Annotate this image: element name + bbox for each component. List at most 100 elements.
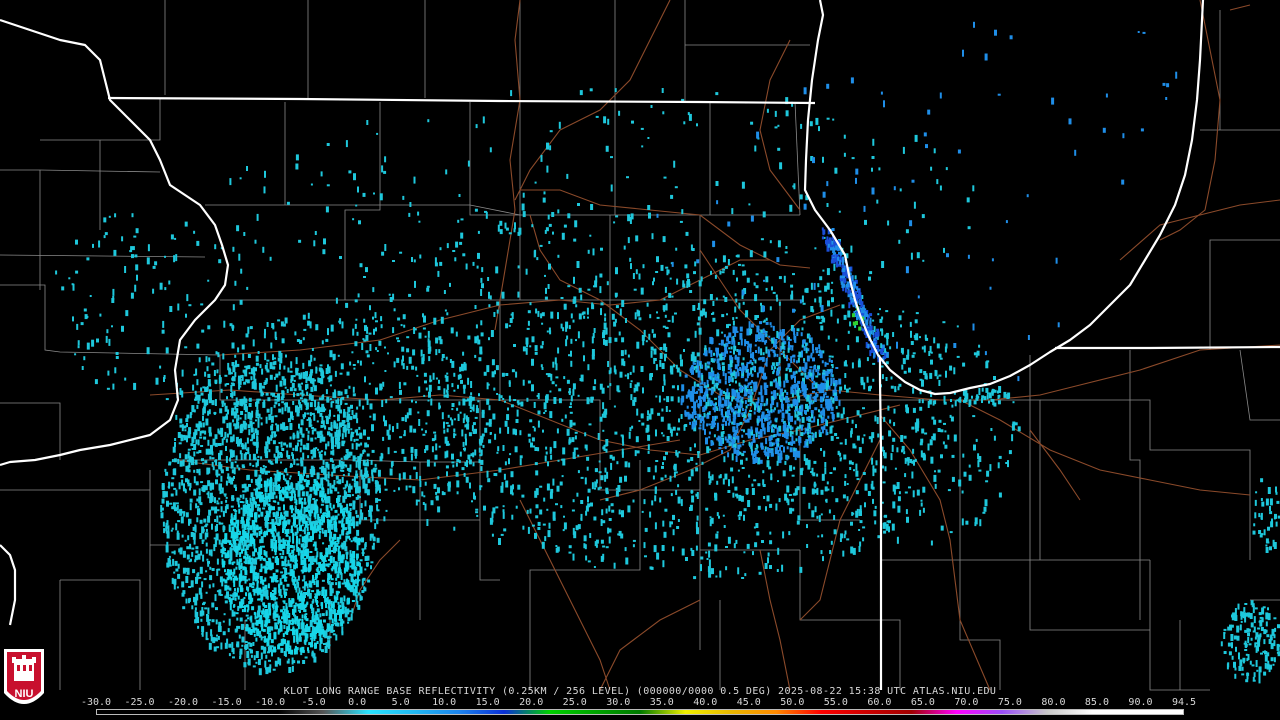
echo-pixel	[297, 660, 300, 664]
echo-pixel	[382, 381, 385, 387]
echo-pixel	[915, 427, 919, 432]
echo-pixel	[456, 480, 460, 488]
echo-pixel	[264, 552, 267, 556]
echo-pixel	[296, 536, 298, 543]
echo-pixel	[928, 399, 932, 405]
echo-pixel	[269, 374, 273, 380]
echo-pixel	[341, 469, 345, 472]
echo-pixel	[813, 380, 816, 385]
echo-pixel	[260, 422, 263, 426]
echo-pixel	[566, 335, 569, 340]
echo-pixel	[423, 495, 426, 498]
echo-pixel	[755, 273, 759, 276]
echo-pixel	[537, 310, 540, 317]
echo-pixel	[472, 431, 476, 434]
echo-pixel	[296, 458, 299, 461]
echo-pixel	[191, 551, 194, 557]
echo-pixel	[304, 548, 308, 555]
echo-pixel	[519, 455, 523, 459]
echo-pixel	[444, 451, 447, 459]
echo-pixel	[718, 379, 722, 384]
echo-pixel	[539, 509, 543, 515]
echo-pixel	[250, 376, 253, 381]
echo-pixel	[260, 529, 263, 535]
echo-pixel	[275, 580, 279, 582]
echo-pixel	[301, 433, 305, 438]
echo-pixel	[273, 646, 276, 653]
echo-pixel	[733, 447, 737, 454]
echo-pixel	[739, 332, 743, 340]
echo-pixel	[174, 560, 178, 566]
echo-pixel	[830, 289, 833, 295]
echo-pixel	[255, 355, 259, 362]
echo-pixel	[443, 388, 446, 395]
echo-pixel	[451, 408, 454, 411]
echo-pixel	[333, 609, 336, 616]
echo-pixel	[453, 389, 456, 392]
echo-pixel	[607, 385, 610, 388]
echo-pixel	[244, 645, 247, 650]
echo-pixel	[686, 338, 690, 342]
echo-pixel	[660, 477, 664, 481]
echo-pixel	[186, 414, 190, 419]
echo-pixel	[292, 608, 294, 615]
echo-pixel	[225, 438, 228, 443]
echo-pixel	[263, 333, 266, 339]
echo-pixel	[761, 337, 765, 343]
echo-pixel	[305, 376, 308, 384]
echo-pixel	[230, 372, 233, 375]
echo-pixel	[297, 489, 301, 497]
echo-pixel	[268, 449, 271, 453]
echo-pixel	[210, 634, 213, 642]
echo-pixel	[874, 520, 877, 525]
echo-pixel	[241, 609, 244, 613]
echo-pixel	[846, 538, 850, 541]
echo-pixel	[162, 521, 165, 527]
echo-pixel	[613, 562, 616, 569]
echo-pixel	[374, 463, 377, 467]
echo-pixel	[218, 463, 221, 470]
echo-pixel	[187, 432, 191, 439]
echo-pixel	[363, 429, 366, 436]
echo-pixel	[338, 479, 342, 485]
echo-pixel	[481, 435, 484, 440]
echo-pixel	[325, 563, 329, 567]
echo-pixel	[346, 561, 349, 568]
echo-pixel	[285, 402, 288, 408]
echo-pixel	[644, 527, 648, 532]
echo-pixel	[720, 403, 724, 408]
echo-pixel	[264, 364, 268, 369]
echo-pixel	[327, 497, 331, 504]
echo-pixel	[322, 516, 325, 523]
echo-pixel	[755, 285, 759, 289]
echo-pixel	[751, 488, 755, 495]
echo-pixel	[243, 664, 247, 668]
echo-pixel	[883, 530, 887, 534]
echo-pixel	[822, 407, 825, 415]
echo-pixel	[291, 665, 294, 672]
echo-pixel	[821, 382, 825, 390]
echo-pixel	[308, 626, 310, 631]
echo-pixel	[777, 366, 781, 371]
echo-pixel	[190, 443, 194, 447]
echo-pixel	[541, 341, 544, 346]
echo-pixel	[188, 518, 192, 524]
echo-pixel	[322, 436, 326, 442]
echo-pixel	[345, 609, 349, 613]
echo-pixel	[305, 427, 308, 431]
echo-pixel	[237, 543, 241, 551]
echo-pixel	[433, 462, 436, 467]
echo-pixel	[792, 371, 796, 376]
echo-pixel	[345, 532, 349, 535]
echo-pixel	[215, 607, 218, 611]
echo-pixel	[508, 324, 511, 327]
echo-pixel	[264, 605, 268, 608]
echo-pixel	[441, 354, 445, 358]
echo-pixel	[182, 567, 186, 574]
echo-pixel	[661, 408, 664, 412]
echo-pixel	[255, 525, 259, 530]
echo-pixel	[829, 550, 832, 554]
echo-pixel	[310, 472, 314, 478]
echo-pixel	[912, 490, 915, 498]
echo-pixel	[200, 618, 203, 622]
